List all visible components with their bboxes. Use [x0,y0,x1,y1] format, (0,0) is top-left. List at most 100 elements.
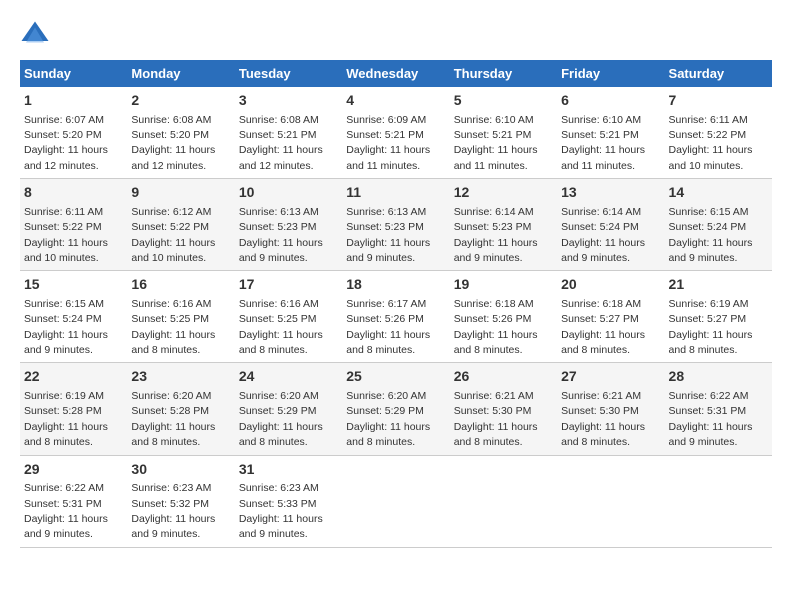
day-number: 9 [131,183,230,203]
day-number: 30 [131,460,230,480]
week-row-4: 22Sunrise: 6:19 AMSunset: 5:28 PMDayligh… [20,363,772,455]
day-number: 7 [669,91,768,111]
cell-sunrise: Sunrise: 6:18 AMSunset: 5:26 PMDaylight:… [454,298,538,356]
day-number: 21 [669,275,768,295]
calendar-cell [450,455,557,547]
cell-sunrise: Sunrise: 6:09 AMSunset: 5:21 PMDaylight:… [346,114,430,172]
day-number: 1 [24,91,123,111]
day-number: 10 [239,183,338,203]
day-number: 12 [454,183,553,203]
calendar-cell [342,455,449,547]
day-number: 27 [561,367,660,387]
cell-sunrise: Sunrise: 6:22 AMSunset: 5:31 PMDaylight:… [669,390,753,448]
day-number: 6 [561,91,660,111]
cell-sunrise: Sunrise: 6:23 AMSunset: 5:32 PMDaylight:… [131,482,215,540]
calendar-cell: 24 Sunrise: 6:20 AMSunset: 5:29 PMDayligh… [235,363,342,455]
cell-sunrise: Sunrise: 6:08 AMSunset: 5:20 PMDaylight:… [131,114,215,172]
calendar-cell: 14Sunrise: 6:15 AMSunset: 5:24 PMDayligh… [665,179,772,271]
day-number: 23 [131,367,230,387]
header-row: SundayMondayTuesdayWednesdayThursdayFrid… [20,60,772,87]
day-number: 16 [131,275,230,295]
calendar-cell: 31Sunrise: 6:23 AMSunset: 5:33 PMDayligh… [235,455,342,547]
cell-sunrise: Sunrise: 6:18 AMSunset: 5:27 PMDaylight:… [561,298,645,356]
week-row-3: 15 Sunrise: 6:15 AMSunset: 5:24 PMDayligh… [20,271,772,363]
calendar-cell: 18 Sunrise: 6:17 AMSunset: 5:26 PMDayligh… [342,271,449,363]
cell-sunrise: Sunrise: 6:21 AMSunset: 5:30 PMDaylight:… [454,390,538,448]
day-number: 26 [454,367,553,387]
calendar-cell: 29Sunrise: 6:22 AMSunset: 5:31 PMDayligh… [20,455,127,547]
header-day-tuesday: Tuesday [235,60,342,87]
calendar-cell [557,455,664,547]
calendar-cell: 5Sunrise: 6:10 AMSunset: 5:21 PMDaylight… [450,87,557,179]
calendar-cell [665,455,772,547]
header-day-thursday: Thursday [450,60,557,87]
day-number: 31 [239,460,338,480]
cell-sunrise: Sunrise: 6:10 AMSunset: 5:21 PMDaylight:… [561,114,645,172]
cell-sunrise: Sunrise: 6:20 AMSunset: 5:29 PMDaylight:… [239,390,323,448]
calendar-cell: 13Sunrise: 6:14 AMSunset: 5:24 PMDayligh… [557,179,664,271]
cell-sunrise: Sunrise: 6:13 AMSunset: 5:23 PMDaylight:… [239,206,323,264]
calendar-header: SundayMondayTuesdayWednesdayThursdayFrid… [20,60,772,87]
calendar-cell: 4 Sunrise: 6:09 AMSunset: 5:21 PMDaylight… [342,87,449,179]
header-day-saturday: Saturday [665,60,772,87]
calendar-cell: 27 Sunrise: 6:21 AMSunset: 5:30 PMDayligh… [557,363,664,455]
calendar-cell: 28 Sunrise: 6:22 AMSunset: 5:31 PMDayligh… [665,363,772,455]
cell-sunrise: Sunrise: 6:20 AMSunset: 5:29 PMDaylight:… [346,390,430,448]
cell-sunrise: Sunrise: 6:11 AMSunset: 5:22 PMDaylight:… [24,206,108,264]
calendar-cell: 9 Sunrise: 6:12 AMSunset: 5:22 PMDaylight… [127,179,234,271]
week-row-2: 8 Sunrise: 6:11 AMSunset: 5:22 PMDaylight… [20,179,772,271]
cell-sunrise: Sunrise: 6:21 AMSunset: 5:30 PMDaylight:… [561,390,645,448]
cell-sunrise: Sunrise: 6:08 AMSunset: 5:21 PMDaylight:… [239,114,323,172]
cell-sunrise: Sunrise: 6:11 AMSunset: 5:22 PMDaylight:… [669,114,753,172]
calendar-cell: 11 Sunrise: 6:13 AMSunset: 5:23 PMDayligh… [342,179,449,271]
calendar-cell: 20Sunrise: 6:18 AMSunset: 5:27 PMDayligh… [557,271,664,363]
header-day-sunday: Sunday [20,60,127,87]
page-header [20,20,772,50]
day-number: 18 [346,275,445,295]
calendar-body: 1Sunrise: 6:07 AMSunset: 5:20 PMDaylight… [20,87,772,547]
calendar-cell: 30Sunrise: 6:23 AMSunset: 5:32 PMDayligh… [127,455,234,547]
cell-sunrise: Sunrise: 6:16 AMSunset: 5:25 PMDaylight:… [131,298,215,356]
day-number: 3 [239,91,338,111]
logo-icon [20,20,50,50]
header-day-monday: Monday [127,60,234,87]
calendar-cell: 25 Sunrise: 6:20 AMSunset: 5:29 PMDayligh… [342,363,449,455]
cell-sunrise: Sunrise: 6:12 AMSunset: 5:22 PMDaylight:… [131,206,215,264]
calendar-cell: 2 Sunrise: 6:08 AMSunset: 5:20 PMDaylight… [127,87,234,179]
day-number: 25 [346,367,445,387]
cell-sunrise: Sunrise: 6:15 AMSunset: 5:24 PMDaylight:… [669,206,753,264]
day-number: 8 [24,183,123,203]
cell-sunrise: Sunrise: 6:15 AMSunset: 5:24 PMDaylight:… [24,298,108,356]
calendar-cell: 17 Sunrise: 6:16 AMSunset: 5:25 PMDayligh… [235,271,342,363]
cell-sunrise: Sunrise: 6:22 AMSunset: 5:31 PMDaylight:… [24,482,108,540]
calendar-cell: 23Sunrise: 6:20 AMSunset: 5:28 PMDayligh… [127,363,234,455]
cell-sunrise: Sunrise: 6:14 AMSunset: 5:23 PMDaylight:… [454,206,538,264]
header-day-wednesday: Wednesday [342,60,449,87]
calendar-cell: 6 Sunrise: 6:10 AMSunset: 5:21 PMDaylight… [557,87,664,179]
calendar-cell: 1Sunrise: 6:07 AMSunset: 5:20 PMDaylight… [20,87,127,179]
cell-sunrise: Sunrise: 6:13 AMSunset: 5:23 PMDaylight:… [346,206,430,264]
calendar-cell: 16 Sunrise: 6:16 AMSunset: 5:25 PMDayligh… [127,271,234,363]
header-day-friday: Friday [557,60,664,87]
day-number: 11 [346,183,445,203]
day-number: 5 [454,91,553,111]
day-number: 29 [24,460,123,480]
calendar-cell: 10 Sunrise: 6:13 AMSunset: 5:23 PMDayligh… [235,179,342,271]
day-number: 15 [24,275,123,295]
day-number: 2 [131,91,230,111]
calendar-cell: 7 Sunrise: 6:11 AMSunset: 5:22 PMDaylight… [665,87,772,179]
calendar-cell: 26 Sunrise: 6:21 AMSunset: 5:30 PMDayligh… [450,363,557,455]
day-number: 28 [669,367,768,387]
calendar-cell: 3 Sunrise: 6:08 AMSunset: 5:21 PMDaylight… [235,87,342,179]
week-row-5: 29Sunrise: 6:22 AMSunset: 5:31 PMDayligh… [20,455,772,547]
day-number: 24 [239,367,338,387]
week-row-1: 1Sunrise: 6:07 AMSunset: 5:20 PMDaylight… [20,87,772,179]
calendar-cell: 8 Sunrise: 6:11 AMSunset: 5:22 PMDaylight… [20,179,127,271]
day-number: 4 [346,91,445,111]
day-number: 13 [561,183,660,203]
cell-sunrise: Sunrise: 6:16 AMSunset: 5:25 PMDaylight:… [239,298,323,356]
calendar-cell: 15 Sunrise: 6:15 AMSunset: 5:24 PMDayligh… [20,271,127,363]
cell-sunrise: Sunrise: 6:17 AMSunset: 5:26 PMDaylight:… [346,298,430,356]
calendar-cell: 21Sunrise: 6:19 AMSunset: 5:27 PMDayligh… [665,271,772,363]
day-number: 17 [239,275,338,295]
